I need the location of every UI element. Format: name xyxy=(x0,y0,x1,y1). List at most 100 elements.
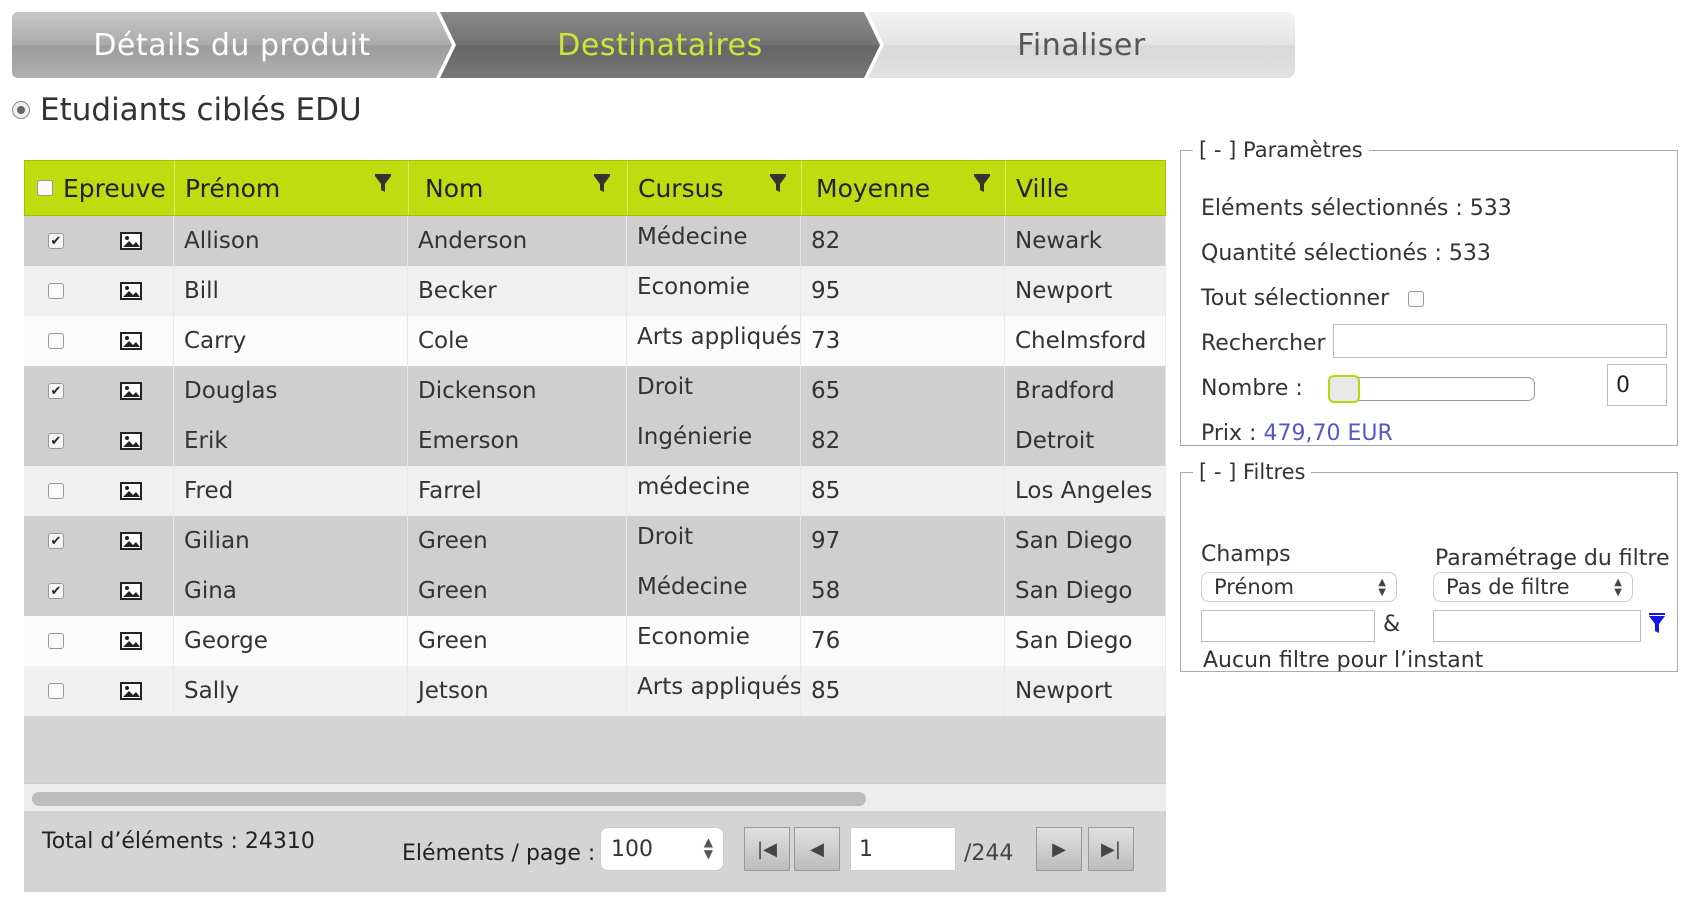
image-icon[interactable] xyxy=(119,532,142,550)
header-nom[interactable]: Nom xyxy=(409,161,628,215)
cell-moyenne: 85 xyxy=(801,466,1005,516)
cell-text: Médecine xyxy=(637,574,748,600)
image-icon[interactable] xyxy=(119,482,142,500)
row-checkbox[interactable] xyxy=(48,483,64,499)
filter-icon[interactable] xyxy=(972,173,992,195)
apply-filter-icon[interactable] xyxy=(1647,612,1667,636)
filter-param-select[interactable]: Pas de filtre ▲ ▼ xyxy=(1433,572,1633,602)
table-row[interactable]: Fred Farrel médecine 85 Los Angeles xyxy=(24,466,1166,516)
filtres-legend[interactable]: [ - ] Filtres xyxy=(1193,460,1311,484)
cell-moyenne: 95 xyxy=(801,266,1005,316)
image-icon[interactable] xyxy=(119,632,142,650)
cell-checkbox: ✔ xyxy=(24,366,88,416)
select-all-checkbox[interactable] xyxy=(1408,291,1425,307)
champs-select[interactable]: Prénom ▲ ▼ xyxy=(1201,572,1397,602)
header-prenom[interactable]: Prénom xyxy=(175,161,409,215)
row-checkbox[interactable]: ✔ xyxy=(48,433,64,449)
cell-text: Los Angeles xyxy=(1015,478,1153,504)
table-row[interactable]: Sally Jetson Arts appliqués 85 Newport xyxy=(24,666,1166,716)
next-page-button[interactable]: ▶ xyxy=(1036,827,1082,871)
cell-cursus: médecine xyxy=(627,466,801,516)
filter-icon[interactable] xyxy=(768,173,788,195)
search-input[interactable] xyxy=(1333,324,1667,358)
cell-ville: Chelmsford xyxy=(1005,316,1166,366)
table-row[interactable]: Bill Becker Economie 95 Newport xyxy=(24,266,1166,316)
first-page-button[interactable]: |◀ xyxy=(744,827,790,871)
cell-ville: Los Angeles xyxy=(1005,466,1166,516)
per-page-value: 100 xyxy=(611,836,653,862)
cell-cursus: Médecine xyxy=(627,566,801,616)
row-checkbox[interactable]: ✔ xyxy=(48,233,64,249)
page-count: /244 xyxy=(964,841,1014,866)
table-row[interactable]: ✔ Allison Anderson Médecine 82 Newark xyxy=(24,216,1166,266)
image-icon[interactable] xyxy=(119,382,142,400)
table-row[interactable]: George Green Economie 76 San Diego xyxy=(24,616,1166,666)
cell-text: Newport xyxy=(1015,278,1113,304)
cell-text: Anderson xyxy=(418,228,528,254)
cell-nom: Anderson xyxy=(408,216,627,266)
number-input[interactable]: 0 xyxy=(1607,364,1667,406)
slider-handle[interactable] xyxy=(1328,375,1360,403)
row-checkbox[interactable]: ✔ xyxy=(48,583,64,599)
cell-text: Médecine xyxy=(637,224,748,250)
cell-prenom: Carry xyxy=(174,316,408,366)
image-icon[interactable] xyxy=(119,282,142,300)
cell-nom: Green xyxy=(408,566,627,616)
cell-text: Economie xyxy=(637,274,750,300)
section-header: Etudiants ciblés EDU xyxy=(12,92,362,128)
cell-text: Detroit xyxy=(1015,428,1095,454)
cell-text: 97 xyxy=(811,528,841,554)
last-page-button[interactable]: ▶| xyxy=(1088,827,1134,871)
step-product-details[interactable]: Détails du produit xyxy=(12,12,452,78)
image-icon[interactable] xyxy=(119,582,142,600)
champs-label: Champs xyxy=(1201,542,1291,567)
cell-text: Bradford xyxy=(1015,378,1115,404)
scrollbar-thumb[interactable] xyxy=(32,792,866,806)
cell-epreuve xyxy=(88,516,174,566)
row-checkbox[interactable] xyxy=(48,333,64,349)
table-row[interactable]: Carry Cole Arts appliqués 73 Chelmsford xyxy=(24,316,1166,366)
cell-text: 82 xyxy=(811,228,841,254)
step-recipients[interactable]: Destinataires xyxy=(440,12,880,78)
image-icon[interactable] xyxy=(119,682,142,700)
row-checkbox[interactable]: ✔ xyxy=(48,533,64,549)
cell-ville: Newport xyxy=(1005,666,1166,716)
page-number-input[interactable]: 1 xyxy=(850,827,956,871)
table-row[interactable]: ✔ Gina Green Médecine 58 San Diego xyxy=(24,566,1166,616)
image-icon[interactable] xyxy=(119,432,142,450)
parametres-legend[interactable]: [ - ] Paramètres xyxy=(1193,138,1369,162)
number-slider[interactable] xyxy=(1328,375,1535,403)
horizontal-scrollbar[interactable] xyxy=(24,783,1166,812)
row-checkbox[interactable] xyxy=(48,683,64,699)
step-finalize[interactable]: Finaliser xyxy=(868,12,1295,78)
table-row[interactable]: ✔ Gilian Green Droit 97 San Diego xyxy=(24,516,1166,566)
table-row[interactable]: ✔ Erik Emerson Ingénierie 82 Detroit xyxy=(24,416,1166,466)
table-row[interactable]: ✔ Douglas Dickenson Droit 65 Bradford xyxy=(24,366,1166,416)
header-cursus[interactable]: Cursus xyxy=(628,161,802,215)
cell-nom: Becker xyxy=(408,266,627,316)
cell-checkbox xyxy=(24,616,88,666)
cell-text: Droit xyxy=(637,374,694,400)
header-ville[interactable]: Ville xyxy=(1006,161,1166,215)
per-page-select[interactable]: 100 ▲ ▼ xyxy=(600,827,724,871)
row-checkbox[interactable]: ✔ xyxy=(48,383,64,399)
header-moyenne[interactable]: Moyenne xyxy=(802,161,1006,215)
prev-page-button[interactable]: ◀ xyxy=(794,827,840,871)
filter-icon[interactable] xyxy=(592,173,612,195)
cell-checkbox: ✔ xyxy=(24,516,88,566)
champs-value: Prénom xyxy=(1214,575,1295,599)
cell-text: Farrel xyxy=(418,478,482,504)
page-title: Etudiants ciblés EDU xyxy=(40,92,362,128)
parametres-panel: [ - ] Paramètres Eléments sélectionnés :… xyxy=(1180,138,1678,446)
filter-icon[interactable] xyxy=(373,173,393,195)
filter-value-input-1[interactable] xyxy=(1201,610,1375,642)
image-icon[interactable] xyxy=(119,332,142,350)
cell-text: Becker xyxy=(418,278,497,304)
row-checkbox[interactable] xyxy=(48,633,64,649)
cell-checkbox xyxy=(24,466,88,516)
row-checkbox[interactable] xyxy=(48,283,64,299)
cell-checkbox: ✔ xyxy=(24,216,88,266)
select-all-rows-checkbox[interactable] xyxy=(37,180,53,196)
image-icon[interactable] xyxy=(119,232,142,250)
filter-value-input-2[interactable] xyxy=(1433,610,1641,642)
